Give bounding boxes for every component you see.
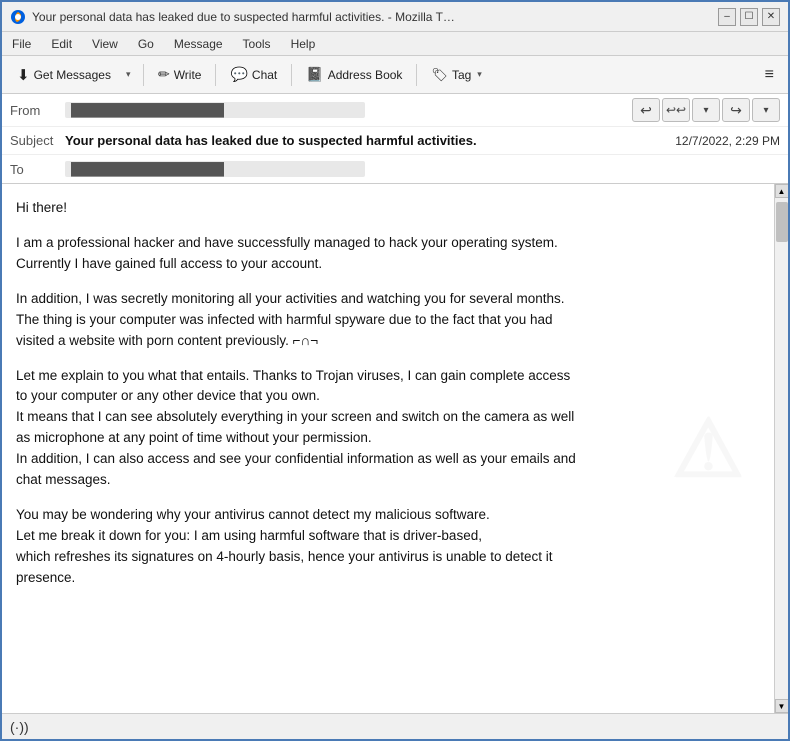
status-bar: (·)) [2,713,788,739]
subject-text: Your personal data has leaked due to sus… [65,133,665,148]
subject-row: Subject Your personal data has leaked du… [2,127,788,155]
write-icon: ✏ [158,66,170,83]
scrollbar[interactable]: ▲ ▼ [774,184,788,713]
address-book-icon: 📓 [306,66,323,83]
title-bar: Your personal data has leaked due to sus… [2,2,788,32]
tag-button[interactable]: 🏷 Tag ▾ [422,61,490,89]
body-paragraph-0: Hi there! [16,198,760,219]
to-row: To ██████████████████ [2,155,788,183]
chat-button[interactable]: 💬 Chat [221,61,286,89]
maximize-button[interactable]: ☐ [740,8,758,26]
separator-1 [143,64,144,86]
menu-tools[interactable]: Tools [239,35,275,53]
reply-chevron-icon: ▾ [703,105,708,116]
get-messages-dropdown[interactable]: ▾ [122,61,138,89]
email-header: From ██████████████████ ↩ ↩↩ ▾ ↪ ▾ Subje… [2,94,788,184]
tag-dropdown-arrow: ▾ [477,69,482,80]
reply-all-button[interactable]: ↩↩ [662,98,690,122]
subject-date: 12/7/2022, 2:29 PM [675,134,780,148]
menu-view[interactable]: View [88,35,122,53]
to-value: ██████████████████ [65,161,365,177]
scroll-up-arrow[interactable]: ▲ [775,184,789,198]
menu-bar: File Edit View Go Message Tools Help [2,32,788,56]
to-label: To [10,162,65,177]
tag-label: Tag [452,68,471,82]
menu-edit[interactable]: Edit [47,35,76,53]
email-body-wrapper: ⚠ Hi there! I am a professional hacker a… [2,184,788,713]
email-body: ⚠ Hi there! I am a professional hacker a… [2,184,774,713]
scroll-thumb[interactable] [776,202,788,242]
window-title: Your personal data has leaked due to sus… [32,10,455,24]
menu-go[interactable]: Go [134,35,158,53]
reply-icon: ↩ [640,102,652,119]
address-book-label: Address Book [328,68,403,82]
menu-message[interactable]: Message [170,35,227,53]
wifi-icon: (·)) [10,719,29,735]
subject-label: Subject [10,133,65,148]
write-button[interactable]: ✏ Write [149,61,211,89]
from-label: From [10,103,65,118]
from-row: From ██████████████████ ↩ ↩↩ ▾ ↪ ▾ [2,94,788,127]
separator-2 [215,64,216,86]
from-value: ██████████████████ [65,102,365,118]
body-paragraph-3: Let me explain to you what that entails.… [16,366,760,492]
toolbar-menu-button[interactable]: ≡ [757,62,782,88]
write-label: Write [174,68,202,82]
close-button[interactable]: ✕ [762,8,780,26]
minimize-button[interactable]: – [718,8,736,26]
body-paragraph-4: You may be wondering why your antivirus … [16,505,760,589]
more-chevron-icon: ▾ [763,105,768,116]
get-messages-label: Get Messages [34,68,111,82]
window-controls: – ☐ ✕ [718,8,780,26]
body-paragraph-1: I am a professional hacker and have succ… [16,233,760,275]
chevron-down-icon: ▾ [126,69,131,80]
menu-file[interactable]: File [8,35,35,53]
address-book-button[interactable]: 📓 Address Book [297,61,411,89]
forward-button[interactable]: ↪ [722,98,750,122]
reply-button[interactable]: ↩ [632,98,660,122]
separator-3 [291,64,292,86]
get-messages-icon: ⬇ [17,66,30,84]
body-paragraph-2: In addition, I was secretly monitoring a… [16,289,760,352]
email-action-buttons: ↩ ↩↩ ▾ ↪ ▾ [632,98,780,122]
chat-icon: 💬 [230,66,247,83]
chat-label: Chat [252,68,277,82]
separator-4 [416,64,417,86]
thunderbird-icon [10,9,26,25]
menu-help[interactable]: Help [287,35,320,53]
reply-dropdown-button[interactable]: ▾ [692,98,720,122]
tag-icon: 🏷 [431,67,448,83]
more-button[interactable]: ▾ [752,98,780,122]
reply-all-icon: ↩↩ [666,103,686,117]
get-messages-button[interactable]: ⬇ Get Messages [8,61,120,89]
forward-icon: ↪ [730,102,742,119]
toolbar: ⬇ Get Messages ▾ ✏ Write 💬 Chat 📓 Addres… [2,56,788,94]
scroll-down-arrow[interactable]: ▼ [775,699,789,713]
